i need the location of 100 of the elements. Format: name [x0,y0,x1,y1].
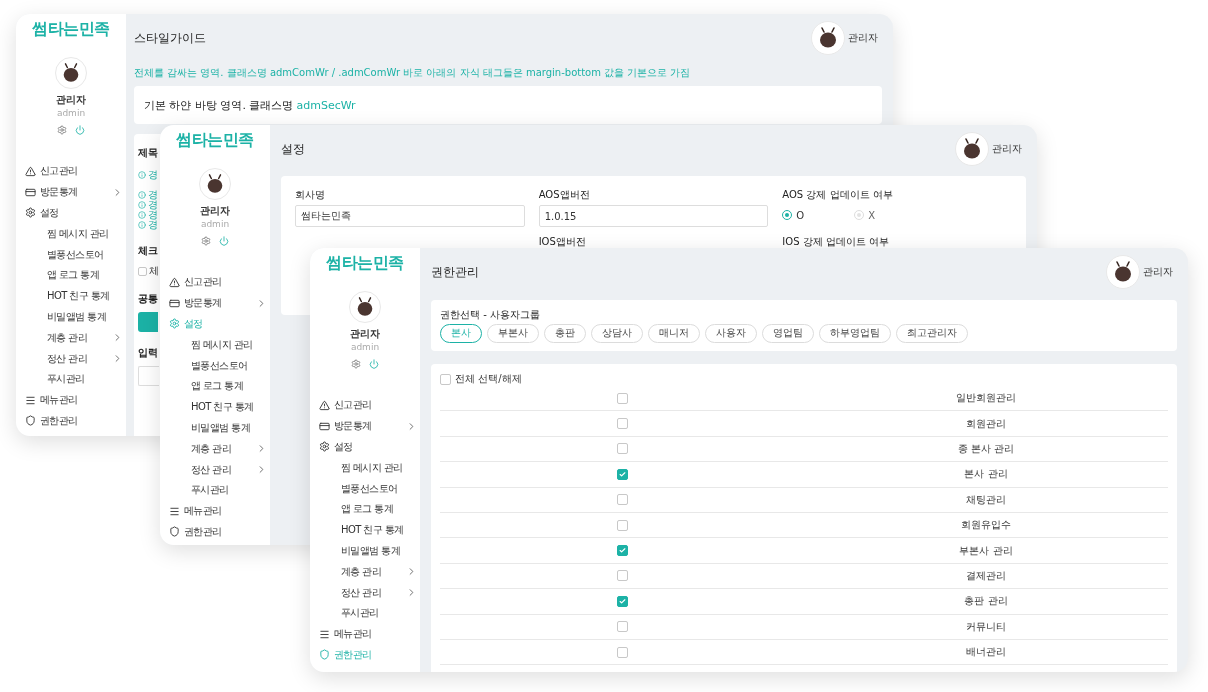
input-field[interactable] [138,366,159,386]
warning-text: 경 [148,220,158,230]
checkbox[interactable] [616,392,628,404]
checkbox[interactable] [440,373,451,385]
menu-item[interactable]: 별풍선스토어 [310,478,420,499]
settings-icon [319,441,330,453]
menu-item[interactable]: 앱 로그 통계 [160,376,270,397]
class-name: admSecWr [296,98,356,112]
input-field[interactable]: 1.0.15 [538,205,769,227]
warning-text: 경 [148,190,158,200]
permission-name: 종 본사 관리 [957,441,1015,456]
menu-item[interactable]: 신고관리 [160,272,270,293]
page-title: 권한관리 [431,263,479,281]
info-icon [138,191,146,199]
profile-role: admin [350,341,380,353]
menu-item[interactable]: 찜 메시지 관리 [16,223,126,245]
checkbox[interactable] [616,595,628,607]
power-icon[interactable] [219,236,229,246]
menu-icon [25,394,36,406]
checkbox[interactable] [616,494,628,506]
checkbox-label: 체 [149,264,159,278]
radio-option[interactable]: X [854,209,876,221]
checkbox[interactable] [616,443,628,455]
card-icon [319,420,330,432]
checkbox[interactable] [616,621,628,633]
input-field[interactable]: 썸타는민족 [295,205,525,227]
menu-item[interactable]: 설정 [310,436,420,458]
card-icon [169,297,180,309]
menu-item[interactable]: 정산 관리 [16,348,126,369]
menu-item[interactable]: 권한관리 [16,410,126,432]
menu-item[interactable]: 메뉴관리 [310,623,420,645]
menu-item[interactable]: 찜 메시지 관리 [160,334,270,356]
page-title: 스타일가이드 [134,29,206,47]
permission-name: 결제관리 [966,568,1006,583]
menu-item[interactable]: 계층 관리 [16,327,126,349]
section-title: 제목 [138,146,158,160]
settings-icon[interactable] [351,359,361,369]
avatar [199,168,231,200]
power-icon[interactable] [75,125,85,135]
menu-item[interactable]: 방문통계 [310,415,420,437]
avatar [55,57,87,89]
settings-icon[interactable] [57,125,67,135]
avatar [349,291,381,323]
menu-item[interactable]: 계층 관리 [160,438,270,460]
info-icon [138,201,146,209]
menu-item[interactable]: 설정 [16,202,126,224]
checkbox[interactable] [138,266,147,276]
checkbox[interactable] [616,646,628,658]
warning-icon [169,276,180,288]
menu-item[interactable]: 푸시관리 [16,368,126,390]
field-label: AOS 강제 업데이트 여부 [782,188,894,201]
avatar[interactable] [811,21,845,55]
section-title: 공통 [138,292,158,306]
radio-option[interactable]: O [782,209,805,221]
warning-text: 경 [148,200,158,210]
menu-item[interactable]: 앱 로그 통계 [16,265,126,286]
shield-icon [319,649,330,661]
menu-item[interactable]: 신고관리 [16,161,126,182]
checkbox[interactable] [616,468,628,480]
user-name: 관리자 [1143,265,1173,279]
menu-item[interactable]: 메뉴관리 [160,500,270,522]
menu-item[interactable]: 비밀앨범 통계 [16,306,126,328]
permission-name: 본사 관리 [964,467,1008,482]
menu-item[interactable]: 비밀앨범 통계 [310,540,420,562]
avatar[interactable] [1106,255,1140,289]
profile-name: 관리자 [56,93,86,106]
section-title: 체크 [138,244,158,258]
menu-item[interactable]: 계층 관리 [310,561,420,583]
menu-item[interactable]: 비밀앨범 통계 [160,417,270,439]
menu-icon [319,628,330,640]
menu-item[interactable]: 권한관리 [160,521,270,543]
permission-name: 총판 관리 [964,594,1008,609]
avatar[interactable] [955,132,989,166]
menu-item[interactable]: 푸시관리 [310,602,420,624]
menu-item[interactable]: 신고관리 [310,395,420,416]
menu-item[interactable]: 메뉴관리 [16,389,126,411]
permission-name: 부본사 관리 [959,543,1013,558]
group-label: 권한선택 - 사용자그룹 [440,308,541,321]
checkbox[interactable] [616,519,628,531]
settings-icon [169,318,180,330]
field-label: AOS앱버전 [538,188,591,201]
checkbox[interactable] [616,570,628,582]
menu-item[interactable]: 별풍선스토어 [16,244,126,265]
menu-item[interactable]: HOT 친구 통계 [310,519,420,541]
menu-item[interactable]: 방문통계 [160,292,270,314]
checkbox-label: 전체 선택/해제 [455,372,522,386]
menu-item[interactable]: 앱 로그 통계 [310,499,420,520]
checkbox[interactable] [616,418,628,430]
power-icon[interactable] [369,359,379,369]
action-button[interactable] [138,312,158,332]
menu-item[interactable]: 별풍선스토어 [160,355,270,376]
checkbox[interactable] [616,545,628,557]
menu-item[interactable]: 푸시관리 [160,479,270,501]
menu-item[interactable]: HOT 친구 통계 [160,396,270,418]
menu-item[interactable]: 정산 관리 [310,582,420,603]
menu-item[interactable]: 방문통계 [16,181,126,203]
menu-item[interactable]: 정산 관리 [160,459,270,480]
menu-item[interactable]: HOT 친구 통계 [16,285,126,307]
menu-item[interactable]: 찜 메시지 관리 [310,457,420,479]
settings-icon[interactable] [201,236,211,246]
